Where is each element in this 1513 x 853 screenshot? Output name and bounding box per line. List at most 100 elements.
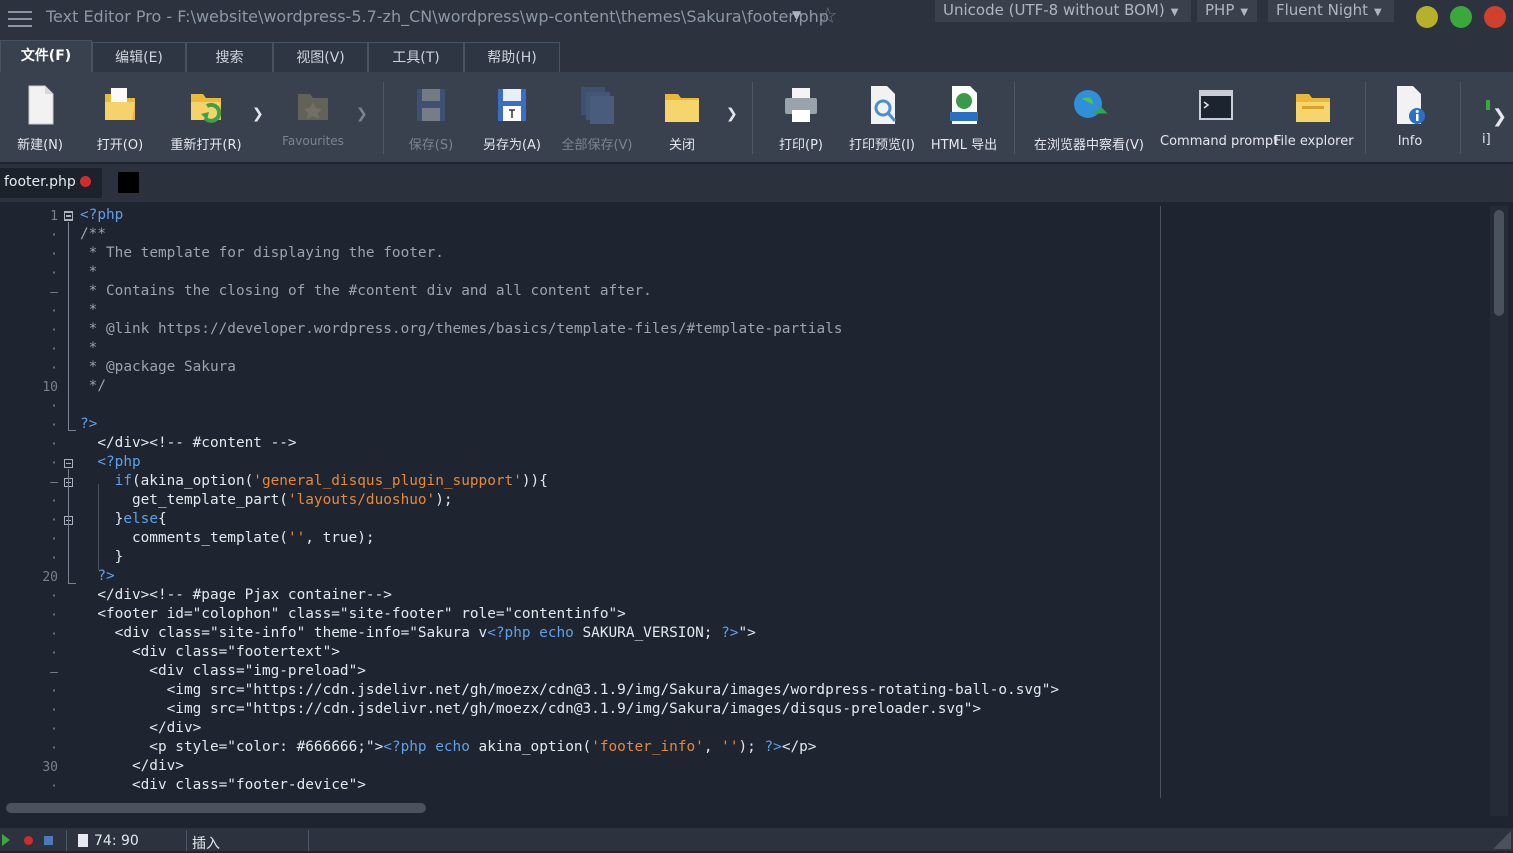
save-as-disk-icon <box>498 89 526 121</box>
print-preview-button[interactable]: 打印预览(I) <box>842 78 922 158</box>
horizontal-scroll-thumb[interactable] <box>6 803 426 813</box>
resize-grip-icon[interactable] <box>1493 831 1511 849</box>
code-token: 'general_disqus_plugin_support' <box>253 473 522 489</box>
tab-help[interactable]: 帮助(H) <box>464 42 560 72</box>
line-dot: · <box>50 304 58 319</box>
save-all-disks-icon <box>581 87 614 124</box>
code-token: ); <box>738 739 765 755</box>
ribbon-separator <box>1365 82 1366 154</box>
code-line: <div class="site-info" theme-info="Sakur… <box>80 625 756 641</box>
explorer-folder-icon <box>1296 94 1330 122</box>
open-button[interactable]: 打开(O) <box>84 78 156 158</box>
terminal-icon <box>1199 90 1233 120</box>
print-button[interactable]: 打印(P) <box>766 78 836 158</box>
code-token: comments_template( <box>80 530 288 546</box>
close-window-button[interactable] <box>1484 6 1506 28</box>
ribbon-scroll-right-icon[interactable]: ❯ <box>1492 106 1507 127</box>
tab-tools[interactable]: 工具(T) <box>368 42 464 72</box>
ribbon-separator <box>383 82 384 154</box>
theme-dropdown[interactable]: Fluent Night ▼ <box>1268 0 1394 22</box>
reopen-dropdown-chevron-icon[interactable]: ❯ <box>252 106 264 122</box>
code-token: <?php <box>80 207 124 223</box>
save-label: 保存(S) <box>408 138 454 153</box>
command-prompt-label: Command prompt <box>1160 134 1279 149</box>
new-label: 新建(N) <box>17 138 63 153</box>
save-button[interactable]: 保存(S) <box>396 78 466 158</box>
code-token: The template for displaying the footer. <box>106 245 444 261</box>
code-token: else <box>123 511 158 527</box>
color-swatch[interactable] <box>118 172 139 193</box>
save-all-button[interactable]: 全部保存(V) <box>556 78 638 158</box>
save-as-button[interactable]: 另存为(A) <box>476 78 548 158</box>
code-token: * <box>80 245 106 261</box>
line-dot: · <box>50 722 58 737</box>
language-dropdown[interactable]: PHP ▼ <box>1197 0 1257 22</box>
command-prompt-button[interactable]: Command prompt <box>1160 78 1279 158</box>
code-token: * <box>80 283 106 299</box>
code-line: get_template_part('layouts/duoshuo'); <box>80 492 453 508</box>
favourites-button[interactable]: Favourites <box>276 78 350 158</box>
title-chevron-down-icon[interactable]: ▼ <box>792 8 801 22</box>
fold-guide <box>68 222 69 430</box>
fold-toggle-icon[interactable] <box>64 212 73 221</box>
reopen-label: 重新打开(R) <box>170 138 242 153</box>
code-line: * The template for displaying the footer… <box>80 245 444 261</box>
line-number: 30 <box>42 760 58 775</box>
code-line: * Contains the closing of the #content d… <box>80 283 652 299</box>
favourites-folder-icon <box>298 94 328 120</box>
status-separator <box>186 830 187 851</box>
line-dot: – <box>50 475 58 490</box>
line-dot: · <box>50 627 58 642</box>
code-token: if <box>80 473 132 489</box>
stop-macro-icon[interactable] <box>44 836 53 845</box>
code-token: <div class="site-info" theme-info="Sakur… <box>80 625 488 641</box>
code-line: * @link https://developer.wordpress.org/… <box>80 321 843 337</box>
favourites-dropdown-chevron-icon[interactable]: ❯ <box>356 106 368 122</box>
maximize-button[interactable] <box>1450 6 1472 28</box>
code-line: <div class="img-preload"> <box>80 663 366 679</box>
tab-search[interactable]: 搜索 <box>186 42 273 72</box>
line-dot: · <box>50 741 58 756</box>
language-label: PHP <box>1205 1 1235 19</box>
reopen-button[interactable]: 重新打开(R) <box>162 78 250 158</box>
code-token: Contains the closing of the #content div… <box>106 283 652 299</box>
record-macro-icon[interactable] <box>24 836 33 845</box>
star-icon[interactable]: ☆ <box>818 4 838 29</box>
line-dot: · <box>50 779 58 794</box>
tab-edit[interactable]: 编辑(E) <box>92 42 186 72</box>
modified-indicator-icon[interactable] <box>80 176 91 187</box>
line-dot: – <box>50 285 58 300</box>
window-title: Text Editor Pro - F:\website\wordpress-5… <box>46 7 829 26</box>
html-export-button[interactable]: HTML 导出 <box>926 78 1002 158</box>
fold-toggle-icon[interactable] <box>64 459 73 468</box>
save-all-label: 全部保存(V) <box>561 138 633 153</box>
code-token: ); <box>435 492 453 508</box>
close-file-label: 关闭 <box>668 138 695 153</box>
new-button[interactable]: 新建(N) <box>4 78 76 158</box>
vertical-scroll-thumb[interactable] <box>1494 210 1504 316</box>
close-file-button[interactable]: 关闭 <box>646 78 718 158</box>
code-line: * <box>80 264 98 280</box>
code-token: 'footer_info' <box>591 739 704 755</box>
insert-mode[interactable]: 插入 <box>192 833 220 853</box>
status-separator <box>308 830 309 851</box>
file-explorer-button[interactable]: File explorer <box>1274 78 1354 158</box>
minimize-button[interactable] <box>1416 6 1438 28</box>
tab-file[interactable]: 文件(F) <box>0 40 92 72</box>
encoding-dropdown[interactable]: Unicode (UTF-8 without BOM) ▼ <box>935 0 1191 22</box>
play-macro-icon[interactable] <box>2 834 10 846</box>
line-dot: · <box>50 456 58 471</box>
line-dot: – <box>50 665 58 680</box>
info-button[interactable]: Info <box>1378 78 1442 158</box>
line-dot: · <box>50 399 58 414</box>
favourites-label: Favourites <box>282 134 344 148</box>
status-bar <box>0 828 1513 851</box>
hamburger-menu-icon[interactable] <box>8 6 32 28</box>
code-token: <?php echo <box>487 625 574 641</box>
line-dot: · <box>50 589 58 604</box>
line-number: 10 <box>42 380 58 395</box>
close-dropdown-chevron-icon[interactable]: ❯ <box>726 106 738 122</box>
line-dot: · <box>50 266 58 281</box>
view-in-browser-button[interactable]: 在浏览器中察看(V) <box>1022 78 1156 158</box>
tab-view[interactable]: 视图(V) <box>273 42 368 72</box>
